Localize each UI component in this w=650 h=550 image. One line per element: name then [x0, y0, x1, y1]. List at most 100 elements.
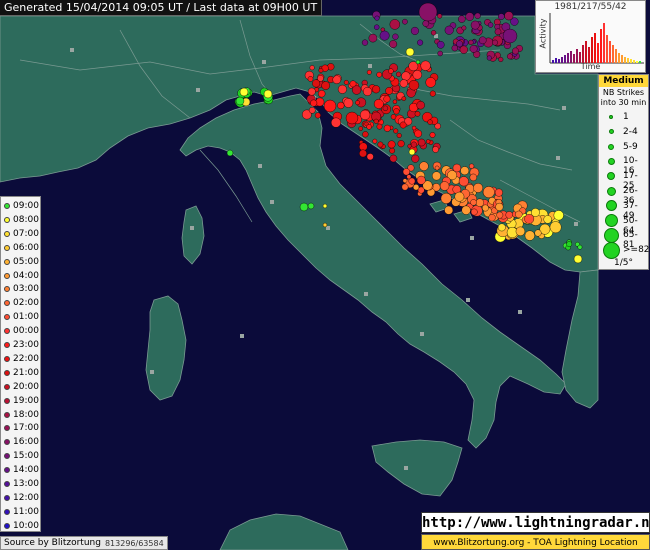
strike-marker [374, 15, 380, 21]
strike-marker [425, 77, 436, 88]
strike-marker [226, 149, 234, 157]
strike-marker [492, 39, 498, 46]
strike-marker [474, 12, 481, 19]
city-marker [150, 370, 154, 374]
strike-legend-subtitle: NB Strikes into 30 min [599, 88, 648, 108]
strike-marker [573, 254, 583, 264]
timeline-row: 02:00 [4, 296, 39, 310]
strike-size-dot [606, 186, 616, 196]
strike-marker [478, 36, 487, 45]
timeline-time-label: 05:00 [13, 256, 39, 267]
strike-marker [470, 20, 480, 30]
strike-marker [310, 99, 318, 107]
timeline-color-dot [4, 342, 10, 348]
strike-marker [366, 153, 374, 161]
strike-marker [397, 140, 405, 148]
timeline-row: 14:00 [4, 463, 39, 477]
timeline-row: 04:00 [4, 269, 39, 283]
activity-xlabel: Time [580, 62, 601, 71]
strike-marker [235, 96, 245, 106]
strike-size-dot [603, 227, 619, 243]
strike-marker [307, 87, 316, 96]
strike-marker [414, 111, 421, 117]
strike-legend-subtitle-line1: NB Strikes [602, 88, 645, 97]
strike-marker [439, 181, 450, 191]
strike-scale-label: 1/5° [614, 258, 633, 268]
activity-bar [588, 47, 590, 63]
timeline-time-label: 23:00 [13, 340, 39, 350]
strike-marker [426, 139, 431, 144]
strike-marker [309, 65, 315, 71]
strike-marker [372, 85, 381, 94]
activity-bar [606, 35, 608, 63]
timeline-time-label: 03:00 [13, 284, 39, 295]
timeline-row: 05:00 [4, 255, 39, 269]
timeline-color-dot [4, 355, 10, 362]
strike-marker [504, 11, 514, 21]
timeline-row: 09:00 [4, 199, 39, 213]
timeline-time-label: 13:00 [13, 479, 39, 489]
strike-marker [437, 50, 443, 57]
strike-marker [392, 33, 399, 40]
strike-marker [436, 41, 445, 49]
timeline-row: 15:00 [4, 449, 39, 463]
strike-marker [401, 96, 407, 101]
strike-marker [410, 141, 417, 148]
strike-marker [408, 79, 420, 91]
strike-marker [505, 211, 513, 219]
timeline-row: 19:00 [4, 394, 39, 408]
strike-marker [495, 202, 504, 211]
strike-marker [411, 154, 420, 163]
timeline-time-label: 08:00 [13, 214, 39, 225]
strike-marker [363, 86, 373, 96]
timeline-row: 01:00 [4, 310, 39, 324]
activity-bar [612, 45, 614, 63]
strike-marker [332, 75, 342, 84]
source-count: 813296/63584 [104, 538, 164, 548]
timeline-row: 08:00 [4, 213, 39, 227]
timeline-row: 20:00 [4, 380, 39, 394]
timeline-row: 21:00 [4, 366, 39, 380]
strike-marker [372, 138, 378, 144]
timeline-time-label: 04:00 [13, 270, 39, 281]
strike-marker [417, 39, 424, 46]
strike-size-dot [608, 129, 614, 135]
city-marker [196, 88, 200, 92]
site-credit-link[interactable]: www.Blitzortung.org - TOA Lightning Loca… [421, 534, 650, 550]
strike-marker [460, 166, 470, 176]
strike-legend-row: 1 [599, 109, 648, 125]
strike-marker [379, 30, 390, 41]
strike-marker [308, 107, 316, 114]
strike-marker [434, 165, 440, 171]
strike-marker [418, 2, 438, 22]
strike-marker [396, 132, 402, 138]
strike-marker [358, 126, 364, 131]
site-url-link[interactable]: http://www.lightningradar.net [421, 512, 650, 533]
timeline-color-dot [4, 314, 10, 321]
city-marker [262, 60, 266, 64]
strike-marker [440, 192, 452, 204]
city-marker [326, 226, 330, 230]
strike-legend-row: 17-25 [599, 168, 648, 191]
activity-bar [609, 41, 611, 63]
city-marker [368, 64, 372, 68]
map-stage: Generated 15/04/2014 09:05 UT / Last dat… [0, 0, 650, 550]
strike-marker [475, 198, 484, 207]
strike-marker [413, 184, 420, 191]
lightning-map [0, 0, 650, 550]
timeline-color-dot [4, 397, 10, 404]
strike-marker [331, 117, 342, 128]
source-bar: Source by Blitzortung 813296/63584 [0, 536, 168, 550]
activity-bar [576, 49, 578, 63]
strike-size-dot [602, 241, 620, 259]
timeline-color-dot [4, 522, 10, 529]
strike-marker [366, 124, 372, 130]
strike-size-label: 5-9 [623, 141, 638, 152]
timeline-color-dot [4, 216, 10, 223]
strike-marker [512, 47, 519, 55]
timeline-row: 17:00 [4, 421, 39, 435]
timeline-time-label: 09:00 [13, 201, 39, 211]
strike-marker [497, 13, 505, 20]
timeline-color-dot [4, 411, 10, 418]
timeline-time-label: 20:00 [13, 381, 39, 392]
